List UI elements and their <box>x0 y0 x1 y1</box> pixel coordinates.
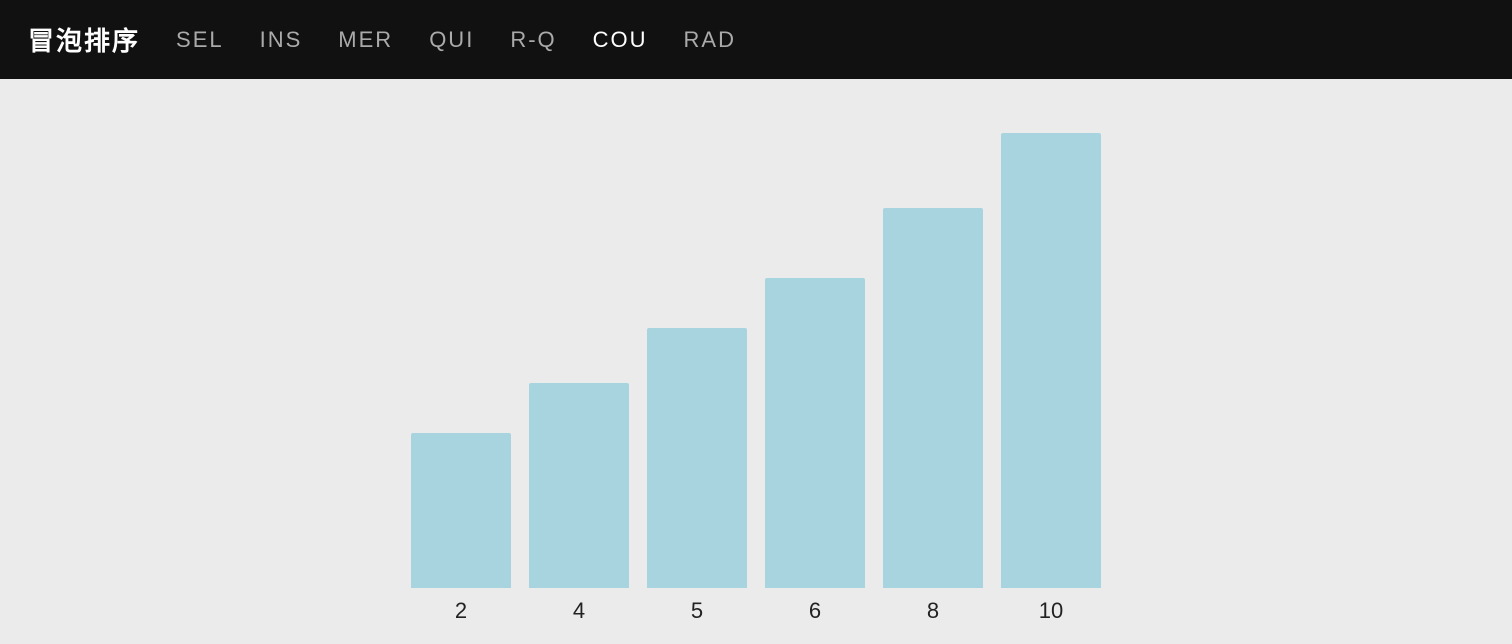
chart-bar <box>765 278 865 588</box>
bar-label: 4 <box>573 598 585 624</box>
bar-label: 10 <box>1039 598 1063 624</box>
chart-bar <box>411 433 511 588</box>
nav-item-qui[interactable]: QUI <box>429 27 474 53</box>
nav-item-ins[interactable]: INS <box>260 27 303 53</box>
nav-item-rad[interactable]: RAD <box>684 27 736 53</box>
bar-label: 2 <box>455 598 467 624</box>
bar-wrapper: 6 <box>765 278 865 624</box>
bar-wrapper: 2 <box>411 433 511 624</box>
chart-bar <box>529 383 629 588</box>
header: 冒泡排序 SEL INS MER QUI R-Q COU RAD <box>0 0 1512 79</box>
bar-wrapper: 8 <box>883 208 983 624</box>
chart-bar <box>883 208 983 588</box>
chart-area: 2 4 5 6 8 10 <box>0 79 1512 644</box>
nav-items: SEL INS MER QUI R-Q COU RAD <box>176 27 736 53</box>
bar-wrapper: 5 <box>647 328 747 624</box>
bar-label: 8 <box>927 598 939 624</box>
nav-item-r-q[interactable]: R-Q <box>510 27 556 53</box>
bar-label: 6 <box>809 598 821 624</box>
page-title: 冒泡排序 <box>28 21 140 58</box>
bar-wrapper: 4 <box>529 383 629 624</box>
nav-item-cou[interactable]: COU <box>593 27 648 53</box>
chart-bar <box>1001 133 1101 588</box>
bar-label: 5 <box>691 598 703 624</box>
nav-item-mer[interactable]: MER <box>338 27 393 53</box>
bar-wrapper: 10 <box>1001 133 1101 624</box>
nav-item-sel[interactable]: SEL <box>176 27 224 53</box>
chart-bar <box>647 328 747 588</box>
